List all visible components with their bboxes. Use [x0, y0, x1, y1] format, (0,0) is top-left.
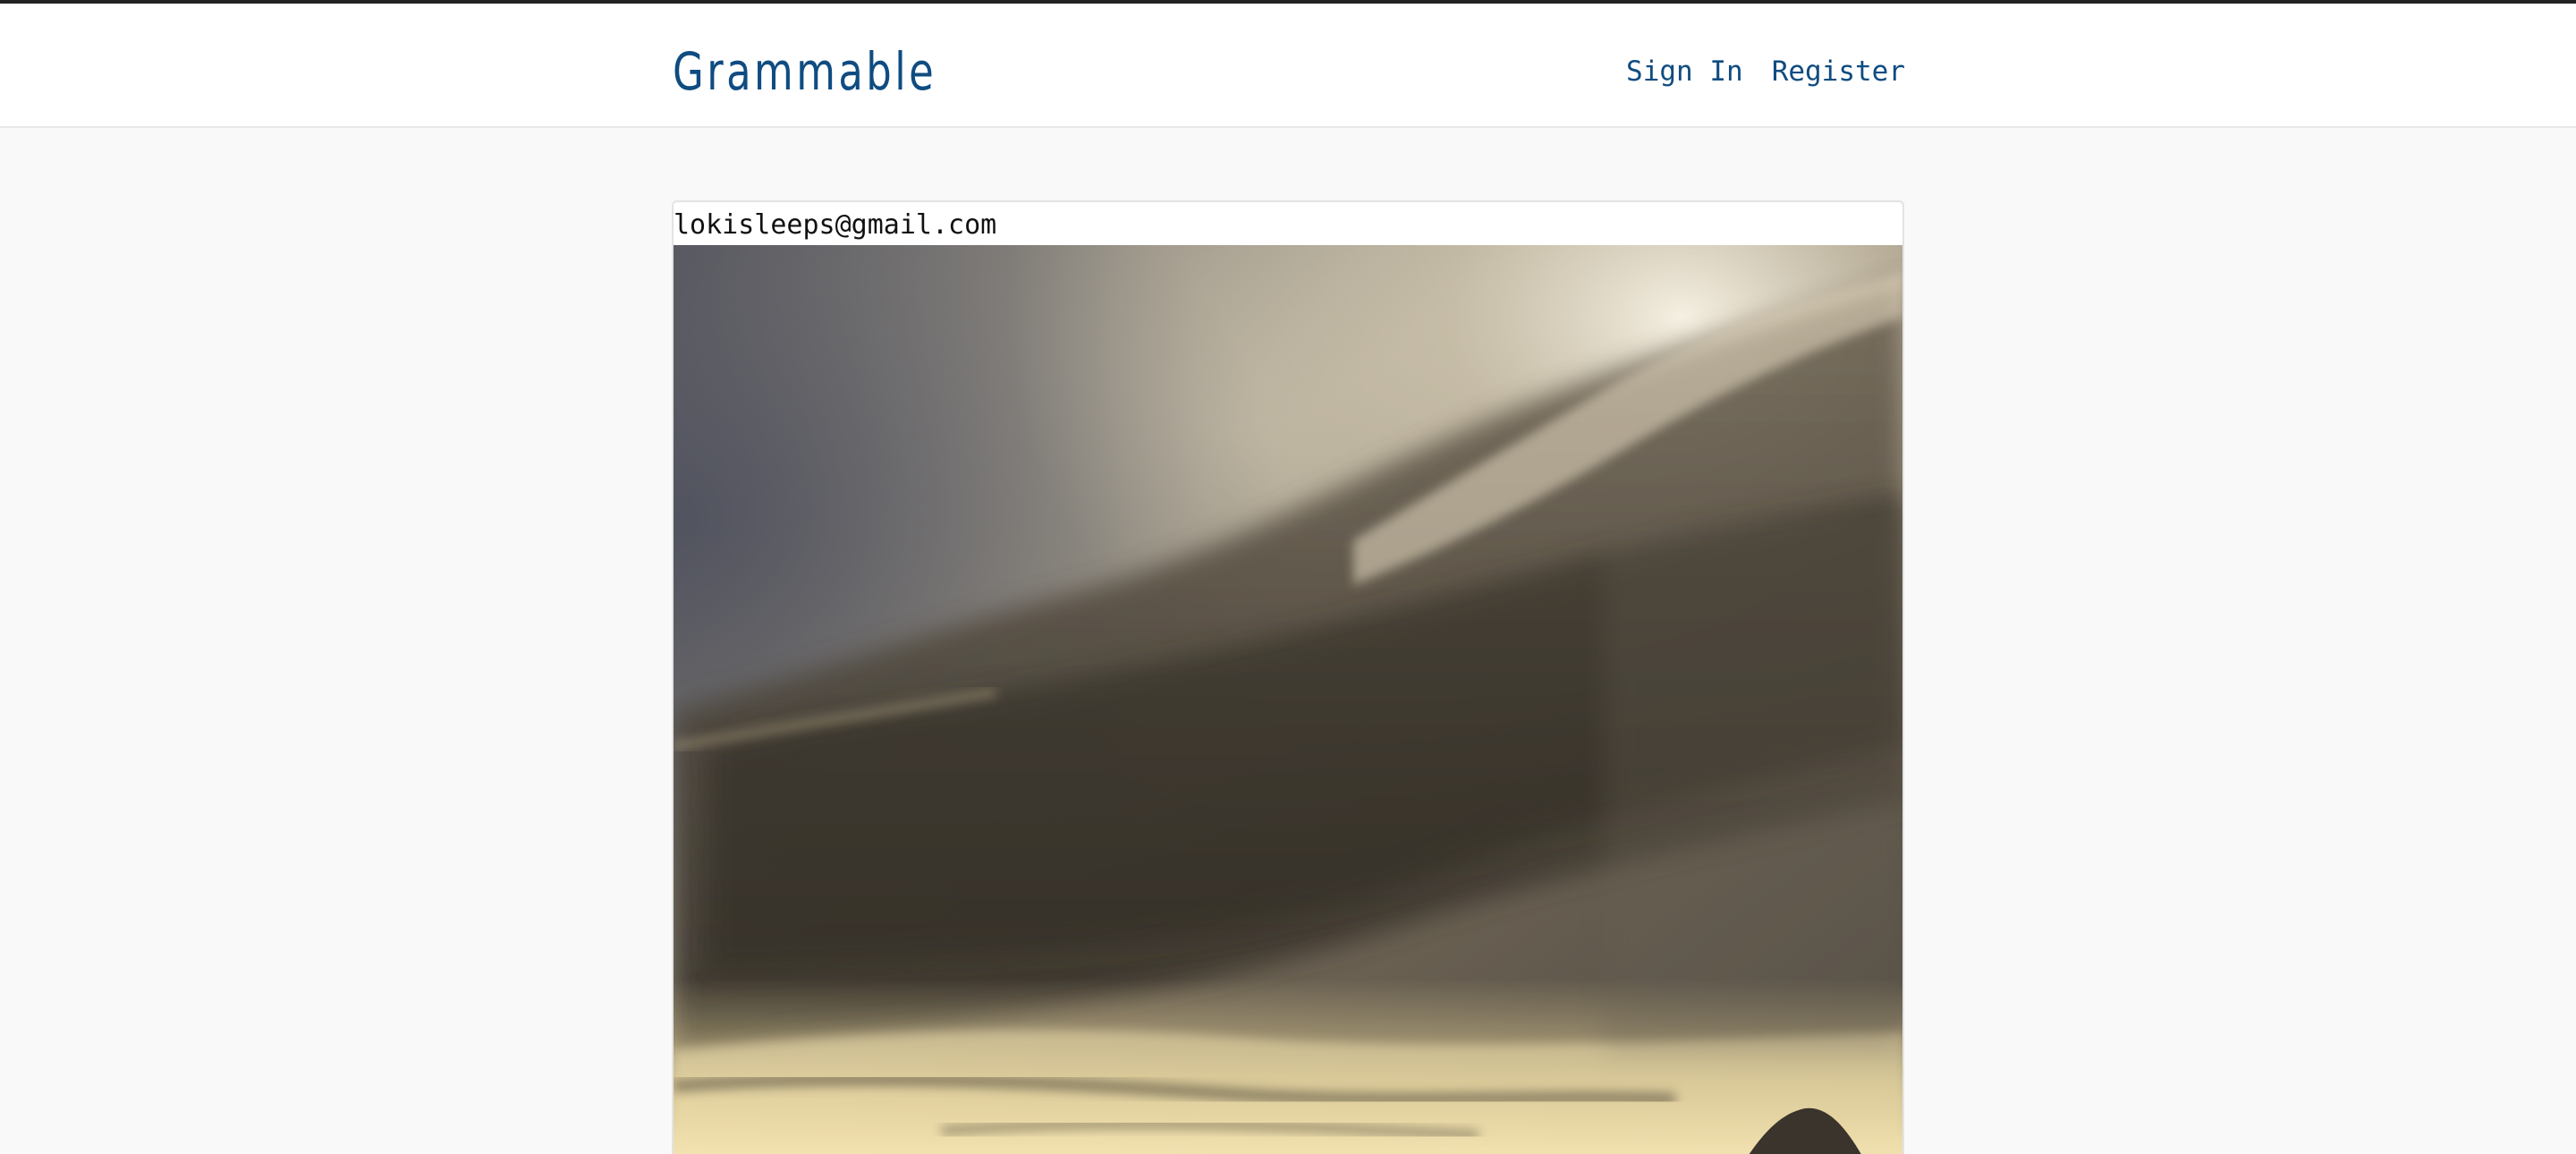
nav-links: Sign In Register	[1626, 54, 1905, 89]
post-card: lokisleeps@gmail.com	[672, 200, 1904, 1154]
brand-logo[interactable]: Grammable	[673, 43, 936, 100]
post-author-email: lokisleeps@gmail.com	[674, 209, 997, 241]
register-link[interactable]: Register	[1772, 54, 1905, 89]
navbar: Grammable Sign In Register	[0, 4, 2576, 128]
post-photo	[674, 245, 1902, 1154]
sign-in-link[interactable]: Sign In	[1626, 54, 1743, 89]
